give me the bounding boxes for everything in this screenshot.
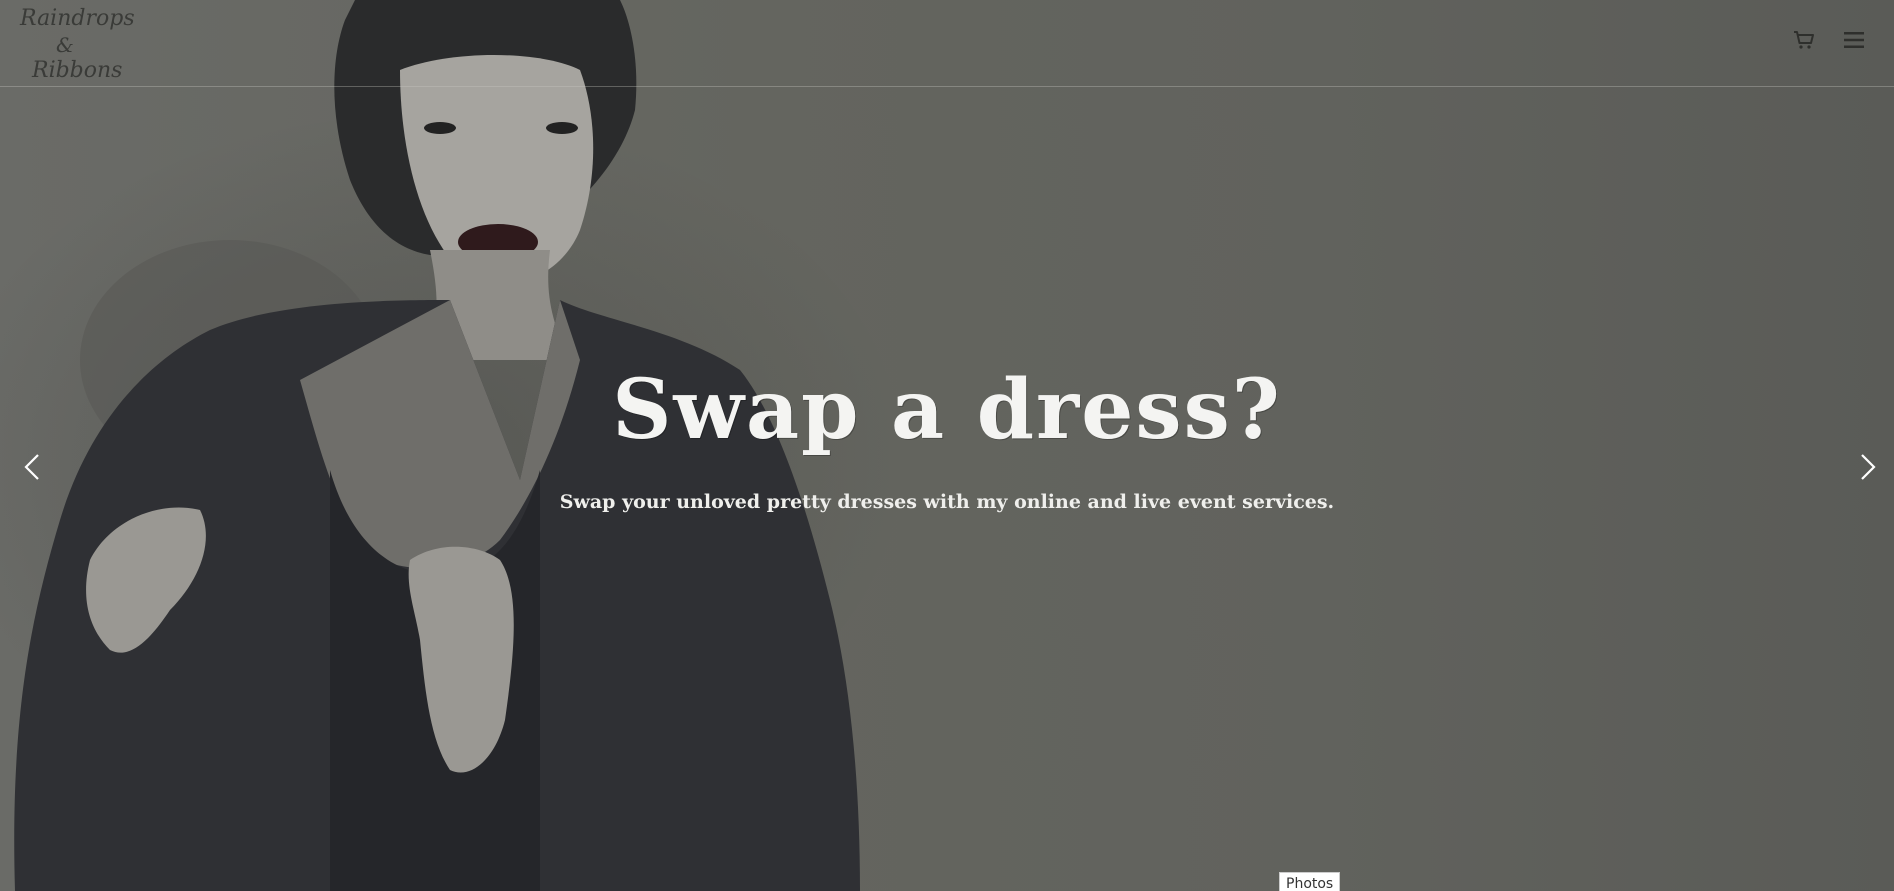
hero-subtitle: Swap your unloved pretty dresses with my… <box>559 491 1335 513</box>
shopping-cart-icon[interactable] <box>1792 28 1816 52</box>
hero-title: Swap a dress? <box>612 362 1282 458</box>
carousel-next-button[interactable] <box>1856 452 1880 482</box>
site-logo[interactable]: Raindrops & Ribbons <box>18 6 138 83</box>
carousel-prev-button[interactable] <box>20 452 44 482</box>
hamburger-menu-icon[interactable] <box>1842 28 1866 52</box>
chevron-right-icon <box>1861 454 1876 480</box>
logo-line-2: & <box>56 33 74 57</box>
site-header: Raindrops & Ribbons <box>0 0 1894 87</box>
logo-line-3: Ribbons <box>32 58 123 83</box>
hero-section: Swap a dress? Swap your unloved pretty d… <box>0 360 1894 514</box>
page: Raindrops & Ribbons Swap a dress? Swap y… <box>0 0 1894 891</box>
logo-line-1: Raindrops <box>20 6 135 31</box>
photos-tag[interactable]: Photos <box>1279 872 1341 891</box>
chevron-left-icon <box>24 454 39 480</box>
